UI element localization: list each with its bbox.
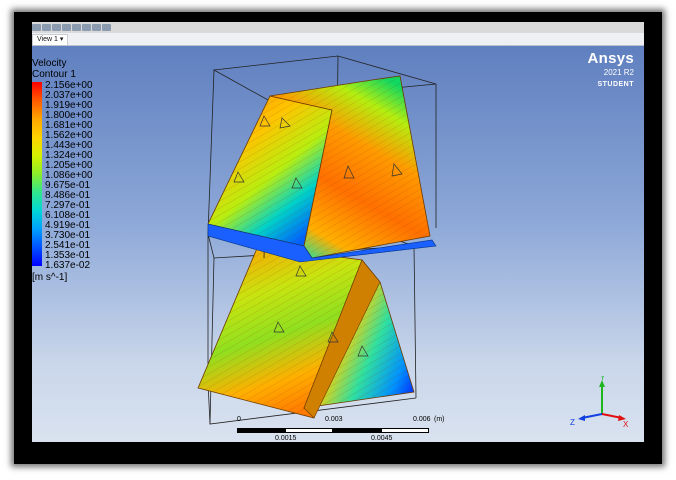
bottom-ribs — [197, 245, 415, 419]
top-ribs — [207, 75, 437, 263]
triad-y-label: Y — [600, 376, 606, 382]
chevron-down-icon[interactable]: ▾ — [60, 36, 64, 43]
scale-label: 0.0015 — [275, 435, 297, 442]
legend-contour-name: Contour 1 — [32, 69, 76, 80]
brand-name: Ansys — [587, 50, 634, 67]
legend-variable: Velocity — [32, 58, 67, 69]
viewport-tabbar: View 1 ▾ — [32, 33, 644, 46]
rotate-icon[interactable] — [42, 24, 51, 31]
scale-segment — [285, 428, 333, 433]
legend-title: Velocity Contour 1 — [32, 58, 76, 80]
tab-view-1[interactable]: View 1 ▾ — [32, 34, 69, 45]
scale-label: 0.003 — [325, 416, 343, 423]
contour-geometry — [197, 55, 437, 425]
legend-colorbar — [32, 82, 42, 266]
axis-triad: Y X Z — [570, 376, 629, 429]
zoom-box-icon[interactable] — [82, 24, 91, 31]
legend-level: 1.637e-02 — [45, 260, 91, 271]
tab-label: View 1 — [37, 36, 58, 43]
scale-label: 0.006 — [413, 416, 431, 423]
zoom-out-icon[interactable] — [72, 24, 81, 31]
graphics-viewport[interactable]: Velocity Contour 1 2.156e+00 2.037e+00 1… — [32, 46, 644, 442]
triad-z-label: Z — [570, 418, 575, 427]
graphics-toolbar — [32, 22, 644, 33]
scale-unit: (m) — [434, 416, 445, 423]
scale-segment — [381, 428, 429, 433]
brand-edition: STUDENT — [597, 81, 634, 88]
select-icon[interactable] — [32, 24, 41, 31]
scale-segment — [237, 428, 285, 433]
triad-x-label: X — [623, 420, 629, 429]
ansys-logo: Ansys 2021 R2 STUDENT — [587, 50, 634, 88]
pan-icon[interactable] — [52, 24, 61, 31]
view-icon[interactable] — [102, 24, 111, 31]
scale-label: 0.0045 — [371, 435, 393, 442]
zoom-in-icon[interactable] — [62, 24, 71, 31]
legend-units: [m s^-1] — [32, 272, 68, 283]
scale-bar: 0 0.003 0.006 (m) 0.0015 0.0045 — [237, 416, 445, 442]
scale-label: 0 — [237, 416, 241, 423]
brand-version: 2021 R2 — [603, 68, 634, 77]
scale-segment — [333, 428, 381, 433]
fit-icon[interactable] — [92, 24, 101, 31]
